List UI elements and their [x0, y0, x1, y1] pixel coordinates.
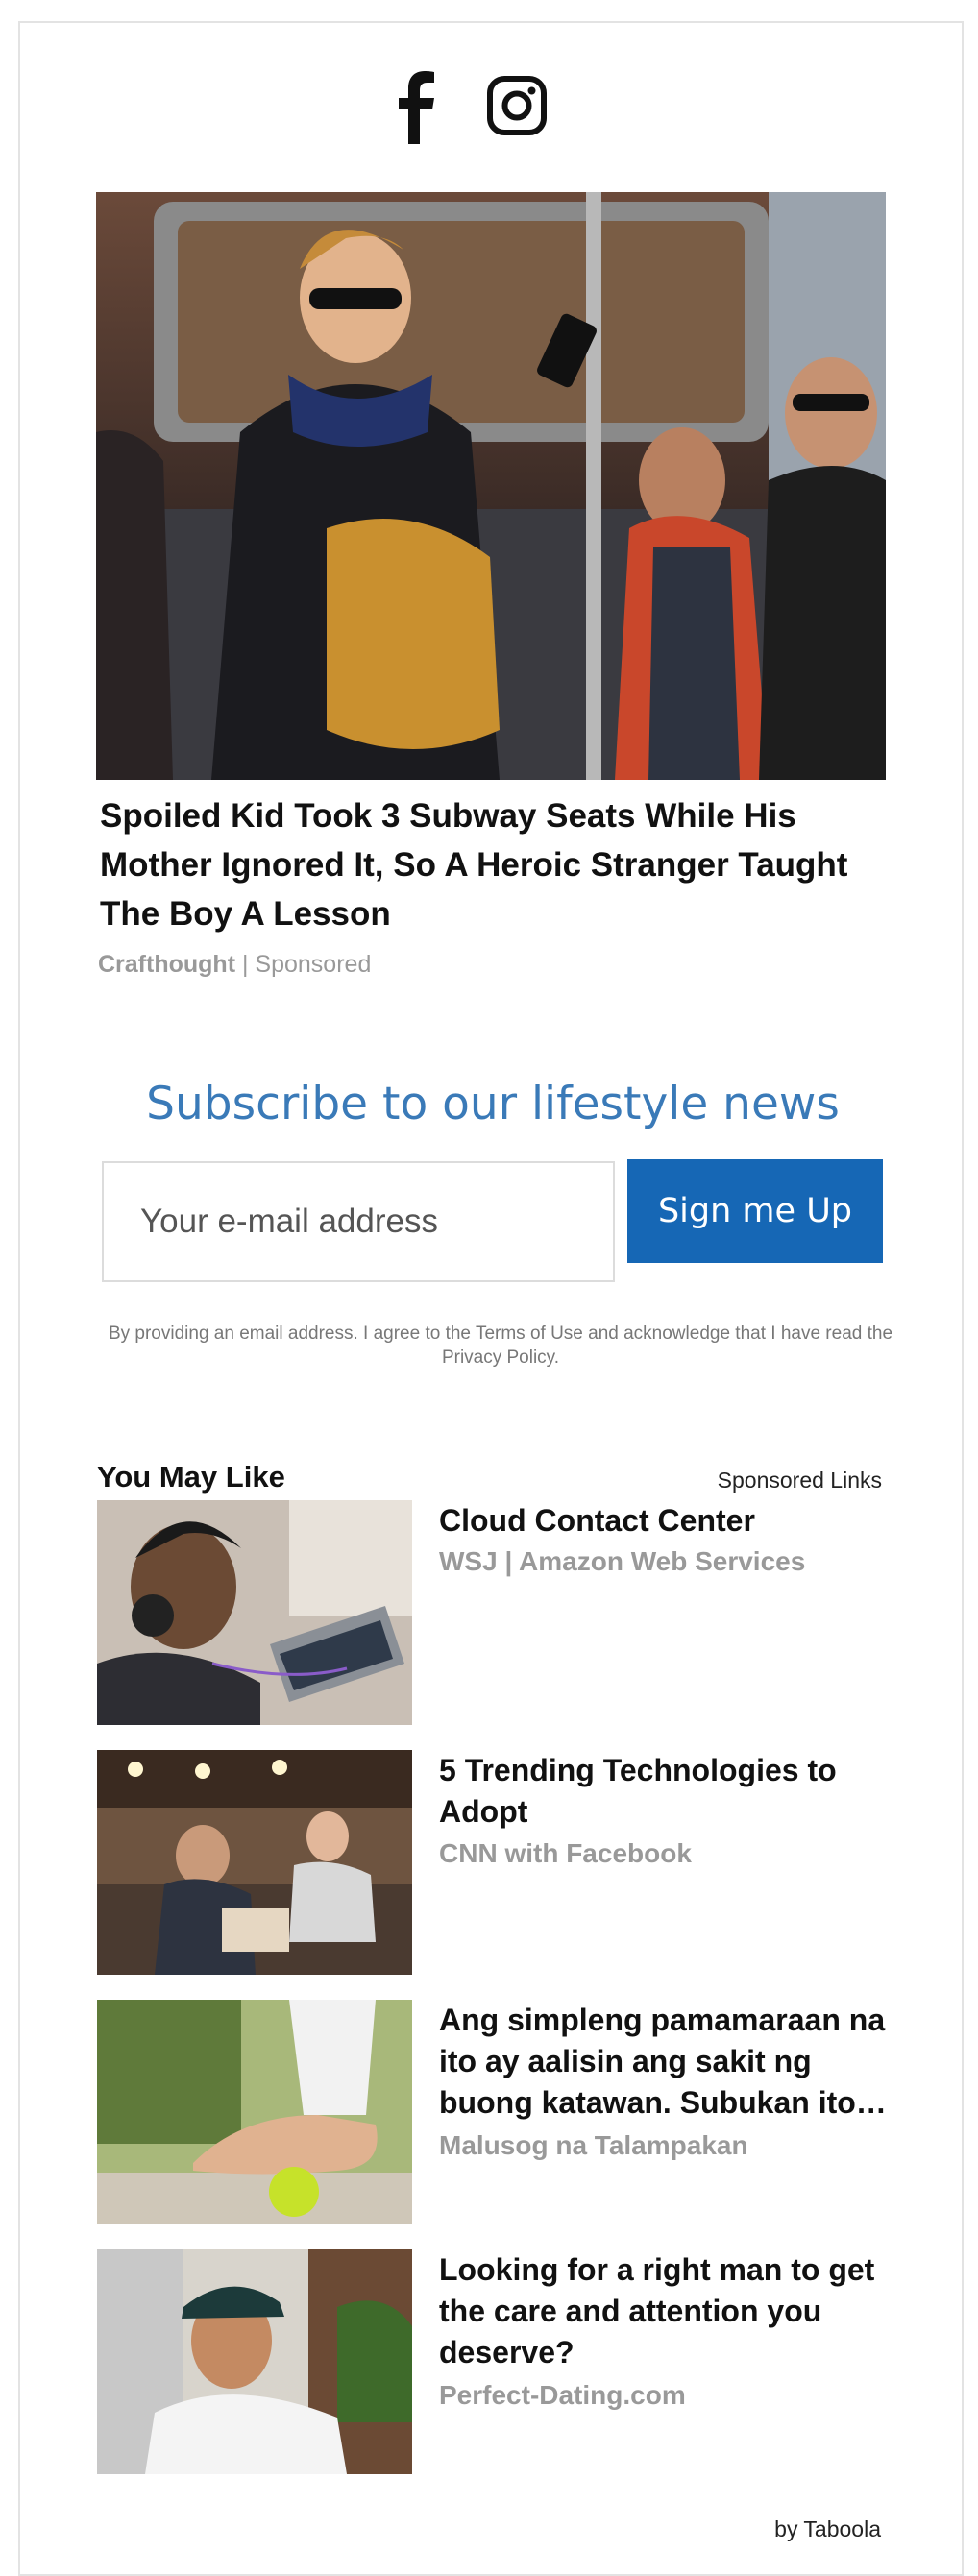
- recommendation-title[interactable]: Looking for a right man to get the care …: [439, 2249, 889, 2373]
- list-item[interactable]: Ang simpleng pamamaraan na ito ay aalisi…: [97, 2000, 887, 2226]
- hero-article-title[interactable]: Spoiled Kid Took 3 Subway Seats While Hi…: [100, 791, 888, 938]
- list-item[interactable]: Cloud Contact Center WSJ | Amazon Web Se…: [97, 1500, 887, 1727]
- social-links: [20, 67, 966, 144]
- hero-brand[interactable]: Crafthought: [98, 951, 235, 978]
- recommendation-source: Perfect-Dating.com: [439, 2380, 686, 2410]
- recommendation-thumbnail[interactable]: [97, 1500, 412, 1725]
- taboola-attribution[interactable]: by Taboola: [774, 2516, 881, 2542]
- list-item[interactable]: Looking for a right man to get the care …: [97, 2249, 887, 2476]
- recommendations-title: You May Like: [97, 1460, 285, 1494]
- list-item[interactable]: 5 Trending Technologies to Adopt CNN wit…: [97, 1750, 887, 1977]
- subscribe-heading: Subscribe to our lifestyle news: [146, 1078, 840, 1130]
- email-input[interactable]: [102, 1161, 615, 1282]
- hero-article-meta: Crafthought | Sponsored: [98, 951, 371, 979]
- recommendation-source: CNN with Facebook: [439, 1838, 692, 1868]
- legal-text: By providing an email address. I agree t…: [108, 1324, 893, 1368]
- recommendation-title[interactable]: 5 Trending Technologies to Adopt: [439, 1750, 889, 1833]
- hero-article-image[interactable]: [96, 192, 886, 780]
- recommendation-thumbnail[interactable]: [97, 1750, 412, 1975]
- recommendation-source: Malusog na Talampakan: [439, 2130, 748, 2160]
- newsletter-frame: Spoiled Kid Took 3 Subway Seats While Hi…: [18, 21, 964, 2576]
- facebook-icon[interactable]: [385, 67, 443, 144]
- recommendation-source: WSJ | Amazon Web Services: [439, 1546, 806, 1576]
- sponsored-label: Sponsored: [255, 951, 372, 978]
- instagram-icon[interactable]: [486, 75, 548, 136]
- recommendation-title[interactable]: Cloud Contact Center: [439, 1500, 889, 1542]
- meta-separator: |: [235, 951, 256, 978]
- recommendation-title[interactable]: Ang simpleng pamamaraan na ito ay aalisi…: [439, 2000, 889, 2124]
- recommendation-thumbnail[interactable]: [97, 2249, 412, 2474]
- recommendation-thumbnail[interactable]: [97, 2000, 412, 2224]
- sign-up-button[interactable]: Sign me Up: [627, 1159, 883, 1263]
- sponsored-links-label[interactable]: Sponsored Links: [718, 1468, 882, 1494]
